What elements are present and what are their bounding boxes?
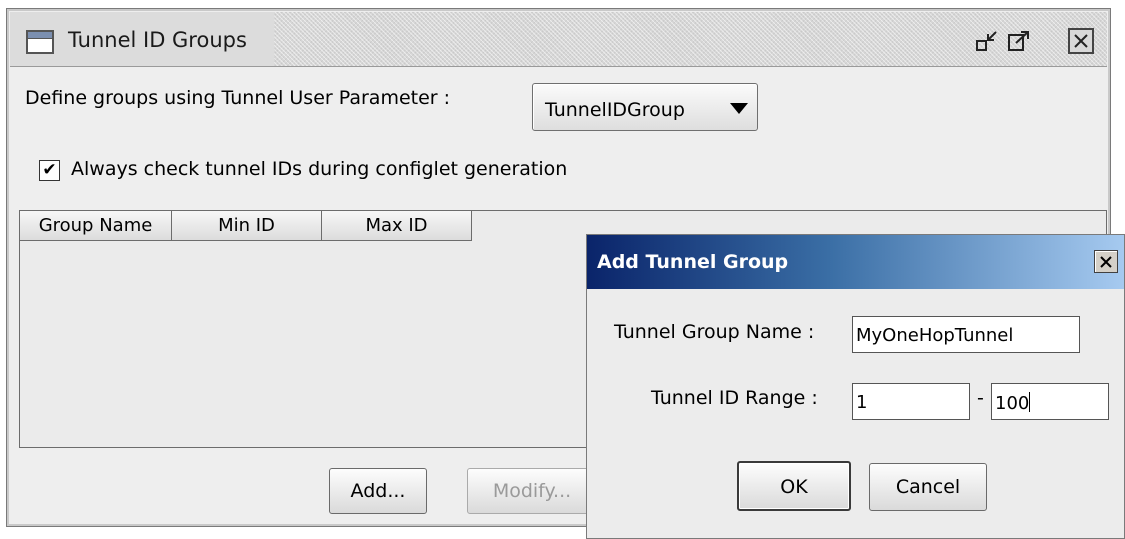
close-icon (1100, 255, 1112, 268)
window-titlebar[interactable]: Tunnel ID Groups (10, 12, 1107, 67)
range-max-value: 100 (995, 393, 1030, 414)
define-groups-label: Define groups using Tunnel User Paramete… (25, 87, 451, 109)
range-min-value: 1 (856, 392, 868, 413)
maximize-button[interactable] (1006, 28, 1032, 54)
dialog-close-button[interactable] (1094, 250, 1118, 273)
tunnel-parameter-dropdown[interactable]: TunnelIDGroup (532, 83, 758, 131)
range-min-input[interactable]: 1 (852, 383, 970, 420)
range-separator: - (977, 387, 984, 409)
minimize-icon (976, 31, 997, 51)
ok-button[interactable]: OK (737, 461, 851, 511)
dropdown-arrow-icon (730, 103, 748, 114)
dialog-titlebar[interactable]: Add Tunnel Group (587, 235, 1124, 289)
text-caret (1029, 392, 1031, 412)
dropdown-selected-value: TunnelIDGroup (545, 99, 685, 121)
window-icon (26, 30, 54, 54)
always-check-checkbox[interactable]: ✔ (39, 160, 60, 181)
dialog-title: Add Tunnel Group (597, 251, 789, 273)
checkmark-icon: ✔ (42, 160, 57, 180)
column-header-group-name[interactable]: Group Name (20, 211, 172, 241)
tunnel-group-name-value: MyOneHopTunnel (856, 325, 1014, 346)
modify-button[interactable]: Modify... (467, 468, 597, 514)
tunnel-group-name-input[interactable]: MyOneHopTunnel (852, 316, 1080, 353)
maximize-icon (1008, 31, 1029, 51)
tunnel-id-range-label: Tunnel ID Range : (651, 387, 818, 409)
tunnel-group-name-label: Tunnel Group Name : (614, 321, 815, 343)
add-button[interactable]: Add... (329, 468, 427, 514)
range-max-input[interactable]: 100 (991, 383, 1109, 420)
window-title: Tunnel ID Groups (68, 28, 247, 52)
cancel-button[interactable]: Cancel (869, 463, 987, 511)
close-window-button[interactable] (1068, 28, 1094, 54)
always-check-label: Always check tunnel IDs during configlet… (71, 158, 568, 180)
close-icon (1074, 34, 1088, 48)
column-header-max-id[interactable]: Max ID (322, 211, 472, 241)
title-plate: Tunnel ID Groups (10, 12, 274, 66)
column-header-min-id[interactable]: Min ID (172, 211, 322, 241)
add-tunnel-group-dialog: Add Tunnel Group Tunnel Group Name : MyO… (586, 234, 1125, 539)
minimize-button[interactable] (974, 28, 1000, 54)
